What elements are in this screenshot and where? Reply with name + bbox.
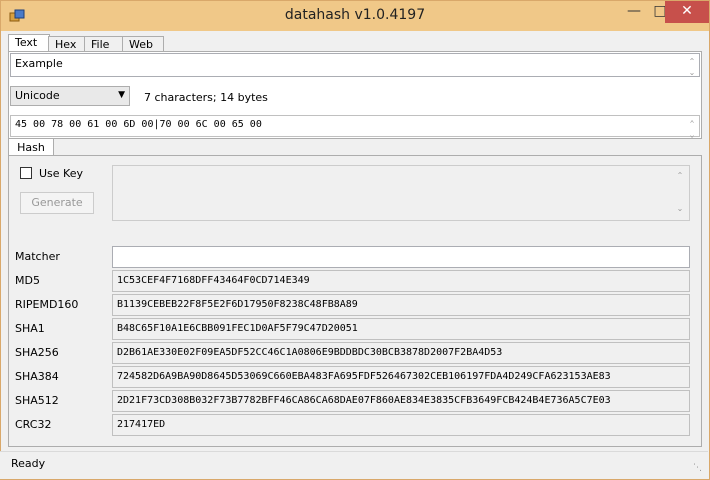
sha512-value: 2D21F73CD308B032F73B7782BFF46CA86CA68DAE… [117, 395, 611, 406]
crc32-value: 217417ED [117, 419, 166, 430]
status-bar: Ready ⋱ [0, 451, 708, 479]
crc32-field[interactable]: 217417ED [112, 414, 690, 436]
sha256-value: D2B61AE330E02F09EA5DF52CC46C1A0806E9BDDB… [117, 347, 503, 358]
window-title: datahash v1.0.4197 [284, 7, 426, 23]
encoding-select[interactable]: Unicode ▼ [10, 86, 130, 106]
ripemd160-value: B1139CEBEB22F8F5E2F6D17950F8238C48FB8A89 [117, 299, 358, 310]
use-key-label: Use Key [39, 167, 83, 180]
md5-field[interactable]: 1C53CEF4F7168DFF43464F0CD714E349 [112, 270, 690, 292]
hex-scroll-arrows[interactable]: ⌃ ⌄ [687, 118, 697, 140]
matcher-input[interactable] [112, 246, 690, 268]
text-input[interactable]: Example ⌃ ⌄ [10, 53, 700, 77]
crc32-label: CRC32 [15, 418, 52, 431]
minimize-icon[interactable]: — [621, 1, 647, 23]
sha512-label: SHA512 [15, 394, 59, 407]
sha256-label: SHA256 [15, 346, 59, 359]
encoding-selected: Unicode [15, 89, 60, 102]
generate-button[interactable]: Generate [20, 192, 94, 214]
sha1-field[interactable]: B48C65F10A1E6CBB091FEC1D0AF5F79C47D20051 [112, 318, 690, 340]
use-key-checkbox[interactable] [20, 167, 32, 179]
text-scroll-arrows[interactable]: ⌃ ⌄ [687, 56, 697, 78]
status-text: Ready [11, 457, 46, 470]
sha1-value: B48C65F10A1E6CBB091FEC1D0AF5F79C47D20051 [117, 323, 358, 334]
sha256-field[interactable]: D2B61AE330E02F09EA5DF52CC46C1A0806E9BDDB… [112, 342, 690, 364]
sha384-field[interactable]: 724582D6A9BA90D8645D53069C660EBA483FA695… [112, 366, 690, 388]
tab-web[interactable]: Web [122, 36, 164, 52]
key-scroll-arrows[interactable]: ⌃ ⌄ [675, 170, 685, 214]
matcher-label: Matcher [15, 250, 60, 263]
tab-file[interactable]: File [84, 36, 124, 52]
title-bar: datahash v1.0.4197 — □ ✕ [1, 1, 709, 31]
ripemd160-label: RIPEMD160 [15, 298, 79, 311]
ripemd160-field[interactable]: B1139CEBEB22F8F5E2F6D17950F8238C48FB8A89 [112, 294, 690, 316]
close-icon[interactable]: ✕ [665, 1, 709, 23]
sha1-label: SHA1 [15, 322, 45, 335]
encoding-info: 7 characters; 14 bytes [144, 91, 268, 104]
md5-value: 1C53CEF4F7168DFF43464F0CD714E349 [117, 275, 310, 286]
hex-output[interactable]: 45 00 78 00 61 00 6D 00|70 00 6C 00 65 0… [10, 115, 700, 140]
tab-hex[interactable]: Hex [48, 36, 86, 52]
sha512-field[interactable]: 2D21F73CD308B032F73B7782BFF46CA86CA68DAE… [112, 390, 690, 412]
sha384-label: SHA384 [15, 370, 59, 383]
key-input[interactable]: ⌃ ⌄ [112, 165, 690, 221]
chevron-down-icon: ▼ [118, 90, 125, 100]
md5-label: MD5 [15, 274, 40, 287]
text-input-value: Example [15, 57, 63, 70]
hex-output-value: 45 00 78 00 61 00 6D 00|70 00 6C 00 65 0… [15, 119, 262, 130]
resize-grip-icon[interactable]: ⋱ [693, 463, 702, 473]
sha384-value: 724582D6A9BA90D8645D53069C660EBA483FA695… [117, 371, 611, 382]
